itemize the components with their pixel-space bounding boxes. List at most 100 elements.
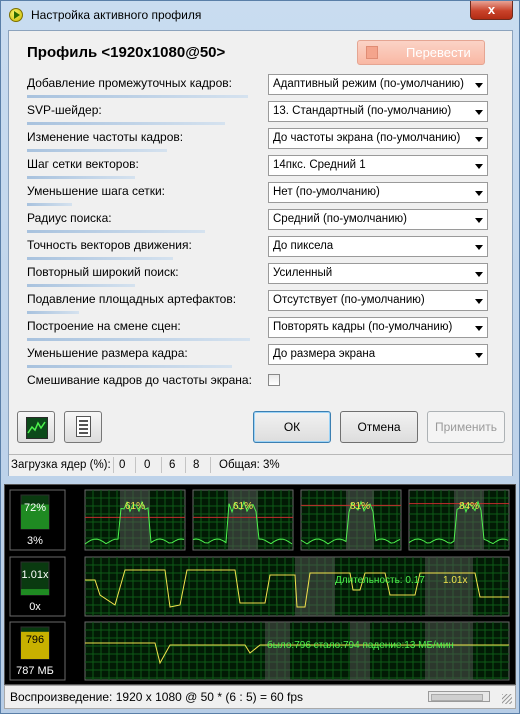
setting-select[interactable]: Нет (по-умолчанию) xyxy=(268,182,488,203)
window-title: Настройка активного профиля xyxy=(31,8,202,22)
setting-row: Добавление промежуточных кадров: Адаптивн… xyxy=(27,74,497,101)
setting-level-bar xyxy=(27,230,205,233)
setting-level-bar xyxy=(27,257,173,260)
monitor-graphs: 72% 3% 1.01x 0x 796 787 МБ 61% 61% 81% 84% Длитель… xyxy=(4,484,516,685)
setting-select[interactable]: Повторять кадры (по-умолчанию) xyxy=(268,317,488,338)
ok-button[interactable]: ОК xyxy=(253,411,331,443)
setting-label: Повторный широкий поиск: xyxy=(27,265,179,279)
graphs-toggle-button[interactable] xyxy=(17,411,55,443)
setting-select-value: Отсутствует (по-умолчанию) xyxy=(273,294,425,306)
setting-select[interactable]: До пиксела xyxy=(268,236,488,257)
setting-row: SVP-шейдер: 13. Стандартный (по-умолчанию… xyxy=(27,101,497,128)
cpu-bottom-value: 3% xyxy=(27,535,43,547)
setting-level-bar xyxy=(27,176,135,179)
close-button[interactable]: x xyxy=(470,1,513,20)
core-busy-band xyxy=(120,490,150,550)
setting-select[interactable]: Усиленный xyxy=(268,263,488,284)
setting-level-bar xyxy=(27,95,248,98)
setting-select-value: До пиксела xyxy=(273,240,334,252)
core-load-value: 6 xyxy=(169,459,176,471)
setting-level-bar xyxy=(27,284,135,287)
blend-frames-checkbox[interactable] xyxy=(268,374,280,386)
ratio-busy-band xyxy=(425,557,473,616)
setting-label: Точность векторов движения: xyxy=(27,238,192,252)
ratio-label: 1.01x xyxy=(443,575,467,586)
setting-select-value: Адаптивный режим (по-умолчанию) xyxy=(273,78,464,90)
document-icon xyxy=(76,416,91,437)
setting-row: Изменение частоты кадров: До частоты экра… xyxy=(27,128,497,155)
apply-button[interactable]: Применить xyxy=(427,411,505,443)
core-peak-label: 61% xyxy=(125,501,145,512)
chevron-down-icon xyxy=(475,110,483,115)
setting-select[interactable]: Отсутствует (по-умолчанию) xyxy=(268,290,488,311)
core-load-value: 0 xyxy=(144,459,151,471)
setting-select[interactable]: До частоты экрана (по-умолчанию) xyxy=(268,128,488,149)
monitor-graphs-svg: 72% 3% 1.01x 0x 796 787 МБ 61% 61% 81% 84% Длитель… xyxy=(9,489,510,681)
core-peak-label: 84% xyxy=(459,501,479,512)
settings-window: Настройка активного профиля x Профиль <1… xyxy=(0,0,520,714)
setting-select[interactable]: 13. Стандартный (по-умолчанию) xyxy=(268,101,488,122)
duration-label: Длительность: 0.17 xyxy=(335,575,425,586)
memory-busy-band xyxy=(350,622,370,680)
setting-select-value: Повторять кадры (по-умолчанию) xyxy=(273,321,453,333)
setting-select-value: До размера экрана xyxy=(273,348,376,360)
translate-button[interactable]: Перевести xyxy=(357,40,485,65)
setting-label: Радиус поиска: xyxy=(27,211,112,225)
setting-row: Уменьшение размера кадра: До размера экра… xyxy=(27,344,497,371)
setting-level-bar xyxy=(27,122,225,125)
setting-select-value: 14пкс. Средний 1 xyxy=(273,159,366,171)
setting-select[interactable]: Адаптивный режим (по-умолчанию) xyxy=(268,74,488,95)
core-busy-band xyxy=(346,490,374,550)
core-load-value: 8 xyxy=(193,459,200,471)
memory-top-value: 796 xyxy=(26,634,44,646)
setting-row: Точность векторов движения: До пиксела xyxy=(27,236,497,263)
setting-label: Изменение частоты кадров: xyxy=(27,130,184,144)
setting-row: Построение на смене сцен: Повторять кадры… xyxy=(27,317,497,344)
setting-label: Шаг сетки векторов: xyxy=(27,157,139,171)
setting-select[interactable]: 14пкс. Средний 1 xyxy=(268,155,488,176)
setting-select-value: Нет (по-умолчанию) xyxy=(273,186,380,198)
setting-row: Радиус поиска: Средний (по-умолчанию) xyxy=(27,209,497,236)
core-busy-band xyxy=(228,490,258,550)
playback-info: Воспроизведение: 1920 x 1080 @ 50 * (6 :… xyxy=(10,690,304,704)
memory-busy-band xyxy=(265,622,290,680)
core-busy-band xyxy=(454,490,484,550)
core-peak-label: 61% xyxy=(233,501,253,512)
setting-label: Добавление промежуточных кадров: xyxy=(27,76,232,90)
chevron-down-icon xyxy=(475,326,483,331)
chevron-down-icon xyxy=(475,272,483,277)
setting-label: Уменьшение размера кадра: xyxy=(27,346,188,360)
setting-level-bar xyxy=(27,338,250,341)
setting-level-bar xyxy=(27,149,167,152)
chevron-down-icon xyxy=(475,137,483,142)
setting-row: Подавление площадных артефактов: Отсутств… xyxy=(27,290,497,317)
svp-app-icon xyxy=(9,8,23,22)
total-load-value: Общая: 3% xyxy=(219,459,280,471)
setting-select[interactable]: Средний (по-умолчанию) xyxy=(268,209,488,230)
setting-select[interactable]: До размера экрана xyxy=(268,344,488,365)
copy-profile-button[interactable] xyxy=(64,411,102,443)
chevron-down-icon xyxy=(475,218,483,223)
setting-row: Уменьшение шага сетки: Нет (по-умолчанию) xyxy=(27,182,497,209)
setting-label: Уменьшение шага сетки: xyxy=(27,184,166,198)
setting-level-bar xyxy=(27,311,79,314)
setting-select-value: До частоты экрана (по-умолчанию) xyxy=(273,132,461,144)
resize-grip[interactable] xyxy=(502,694,512,704)
core-peak-label: 81% xyxy=(350,501,370,512)
chevron-down-icon xyxy=(475,191,483,196)
ratio-top-value: 1.01x xyxy=(22,569,49,581)
setting-row: Шаг сетки векторов: 14пкс. Средний 1 xyxy=(27,155,497,182)
cancel-button[interactable]: Отмена xyxy=(340,411,418,443)
profile-title: Профиль <1920x1080@50> xyxy=(27,44,226,61)
chevron-down-icon xyxy=(475,83,483,88)
title-bar[interactable]: Настройка активного профиля x xyxy=(1,1,519,29)
setting-level-bar xyxy=(27,365,232,368)
translate-button-label: Перевести xyxy=(406,45,471,60)
setting-label: SVP-шейдер: xyxy=(27,103,102,117)
chevron-down-icon xyxy=(475,299,483,304)
status-scrollbar[interactable] xyxy=(428,691,490,702)
setting-select-value: Средний (по-умолчанию) xyxy=(273,213,407,225)
chevron-down-icon xyxy=(475,164,483,169)
translate-icon xyxy=(366,46,378,59)
setting-select-value: 13. Стандартный (по-умолчанию) xyxy=(273,105,452,117)
